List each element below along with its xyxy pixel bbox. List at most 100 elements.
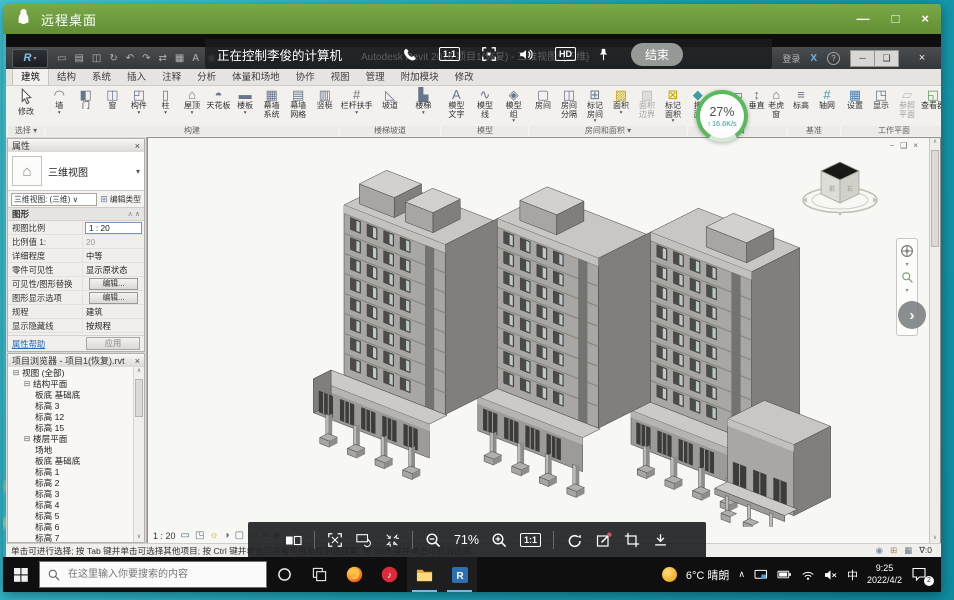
- property-value[interactable]: 1 : 20: [85, 222, 142, 234]
- search-input[interactable]: [66, 568, 235, 581]
- ribbon-tab-系统[interactable]: 系统: [84, 68, 119, 85]
- worksets-icon[interactable]: ◉: [876, 545, 883, 556]
- browser-close-icon[interactable]: ×: [135, 356, 140, 366]
- redo-icon[interactable]: ↷: [142, 53, 150, 64]
- ribbon-tab-修改[interactable]: 修改: [447, 68, 482, 85]
- ribbon-tab-视图[interactable]: 视图: [323, 68, 358, 85]
- ribbon-tab-附加模块[interactable]: 附加模块: [393, 68, 447, 85]
- scroll-up-icon[interactable]: ∧: [930, 138, 940, 147]
- voice-call-icon[interactable]: [403, 47, 418, 62]
- nav-expand-icon[interactable]: ▾: [905, 261, 908, 268]
- help-icon[interactable]: ?: [827, 52, 840, 65]
- revit-app-button[interactable]: R▾: [12, 49, 48, 68]
- apply-button[interactable]: 应用: [86, 337, 140, 350]
- close-button[interactable]: ×: [921, 4, 929, 34]
- property-value[interactable]: 建筑: [83, 306, 144, 318]
- ribbon-button-面积[interactable]: ▨面积▾: [608, 87, 634, 126]
- tree-item-标高 7[interactable]: 标高 7: [8, 532, 134, 542]
- ime-indicator[interactable]: 中: [847, 567, 858, 583]
- ribbon-tab-管理[interactable]: 管理: [358, 68, 393, 85]
- tray-expand-icon[interactable]: ∧: [738, 569, 745, 580]
- new-icon[interactable]: ▭: [57, 53, 66, 64]
- view-minimize-icon[interactable]: −: [889, 141, 894, 150]
- ribbon-button-修改[interactable]: 修改: [8, 87, 44, 126]
- sync-icon[interactable]: ↻: [109, 53, 117, 64]
- volume-muted-icon[interactable]: [824, 569, 838, 581]
- transfer-icon[interactable]: ⇄: [159, 53, 167, 64]
- weather-text[interactable]: 6°C 晴朗: [686, 567, 730, 583]
- signin-label[interactable]: 登录: [782, 52, 800, 65]
- revit-close-button[interactable]: ×: [909, 52, 935, 64]
- ribbon-button-显示[interactable]: ◳显示: [868, 87, 894, 126]
- start-button[interactable]: [3, 557, 39, 592]
- ribbon-tab-插入[interactable]: 插入: [119, 68, 154, 85]
- tree-item-板底 基础底[interactable]: 板底 基础底: [8, 455, 134, 466]
- ribbon-button-坡道[interactable]: ◺坡道: [373, 87, 406, 126]
- browser-scrollbar[interactable]: ∧ ∨: [133, 367, 144, 542]
- ribbon-button-查看器[interactable]: ◱查看器: [920, 87, 941, 126]
- tree-expand-icon[interactable]: ⊟: [24, 379, 33, 388]
- speaker-icon[interactable]: [518, 47, 534, 62]
- ribbon-button-天花板[interactable]: ◓天花板: [205, 87, 232, 126]
- property-value[interactable]: 中等: [83, 250, 144, 262]
- save-screenshot-icon[interactable]: [652, 532, 669, 548]
- crop-icon[interactable]: [624, 532, 640, 548]
- dimension-icon[interactable]: ▦: [175, 53, 184, 64]
- adapt-resolution-icon[interactable]: [384, 532, 400, 548]
- network-status-badge[interactable]: 27% ↑16.6K/s: [696, 90, 748, 142]
- zoom-out-icon[interactable]: [425, 532, 442, 549]
- ribbon-button-参照平面[interactable]: ▱参照 平面: [894, 87, 920, 126]
- ribbon-button-竖梃[interactable]: ▥竖梃: [311, 87, 338, 126]
- ribbon-button-老虎窗[interactable]: ⌂老虎窗: [766, 87, 786, 126]
- sun-path-icon[interactable]: ☼: [209, 530, 218, 541]
- ribbon-button-标高[interactable]: ≡标高: [788, 87, 814, 126]
- tree-item-结构平面[interactable]: ⊟结构平面: [8, 378, 134, 389]
- ribbon-tab-协作[interactable]: 协作: [288, 68, 323, 85]
- revit-minimize-button[interactable]: ─: [850, 50, 875, 67]
- tree-item-标高 6[interactable]: 标高 6: [8, 521, 134, 532]
- ribbon-button-标记面积[interactable]: ⊠标记 面积▾: [660, 87, 686, 126]
- side-panel-toggle[interactable]: ›: [898, 301, 926, 329]
- tree-item-楼层平面[interactable]: ⊟楼层平面: [8, 433, 134, 444]
- taskbar-search[interactable]: [39, 561, 267, 588]
- zoom-expand-icon[interactable]: ▾: [905, 287, 908, 294]
- ribbon-button-房间分隔[interactable]: ◫房间 分隔: [556, 87, 582, 126]
- viewcube[interactable]: 前 右: [798, 150, 882, 229]
- ribbon-button-柱[interactable]: ▯柱▾: [152, 87, 179, 126]
- wifi-icon[interactable]: [801, 569, 815, 581]
- view-selector[interactable]: 三维视图: (三维) ∨: [11, 193, 97, 206]
- end-control-button[interactable]: 结束: [631, 43, 683, 66]
- annotate-icon[interactable]: [595, 532, 612, 549]
- window-titlebar[interactable]: 远程桌面 — □ ×: [3, 4, 941, 34]
- detail-level-icon[interactable]: ◳: [195, 530, 204, 541]
- tree-expand-icon[interactable]: ⊟: [13, 368, 22, 377]
- canvas-scrollbar[interactable]: ∧ ∨: [929, 138, 940, 543]
- clock[interactable]: 9:252022/4/2: [867, 563, 902, 586]
- ribbon-button-楼梯[interactable]: ▙楼梯▾: [407, 87, 440, 126]
- zoom-in-icon[interactable]: [491, 532, 508, 549]
- scroll-down-icon[interactable]: ∨: [930, 534, 940, 543]
- ribbon-button-模型组[interactable]: ◈模型 组▾: [499, 87, 528, 126]
- property-value[interactable]: 显示原状态: [83, 264, 144, 276]
- tree-item-视图 (全部)[interactable]: ⊟视图 (全部): [8, 367, 134, 378]
- taskbar-task-view[interactable]: [302, 557, 337, 592]
- switch-screen-icon[interactable]: [355, 532, 372, 548]
- save-icon[interactable]: ◫: [92, 53, 101, 64]
- ribbon-button-楼板[interactable]: ▬楼板▾: [232, 87, 259, 126]
- ribbon-tab-分析[interactable]: 分析: [189, 68, 224, 85]
- taskbar-revit[interactable]: R: [442, 557, 477, 592]
- ribbon-button-标记房间[interactable]: ⊞标记 房间▾: [582, 87, 608, 126]
- tree-item-标高 2[interactable]: 标高 2: [8, 477, 134, 488]
- ribbon-button-幕墙网格[interactable]: ▤幕墙 网格: [285, 87, 312, 126]
- crop-view-icon[interactable]: ▢: [235, 530, 244, 541]
- ribbon-button-幕墙系统[interactable]: ▦幕墙 系统: [258, 87, 285, 126]
- pin-icon[interactable]: [597, 47, 610, 62]
- section-graphics[interactable]: 图形: [12, 208, 29, 220]
- tree-item-板底 基础底[interactable]: 板底 基础底: [8, 389, 134, 400]
- property-value[interactable]: 按规程: [83, 320, 144, 332]
- ribbon-button-模型文字[interactable]: A模型 文字: [442, 87, 471, 126]
- text-icon[interactable]: A: [192, 53, 199, 64]
- view-restore-icon[interactable]: ❑: [900, 141, 907, 150]
- properties-help-link[interactable]: 属性帮助: [12, 338, 45, 350]
- scroll-thumb[interactable]: [931, 150, 939, 247]
